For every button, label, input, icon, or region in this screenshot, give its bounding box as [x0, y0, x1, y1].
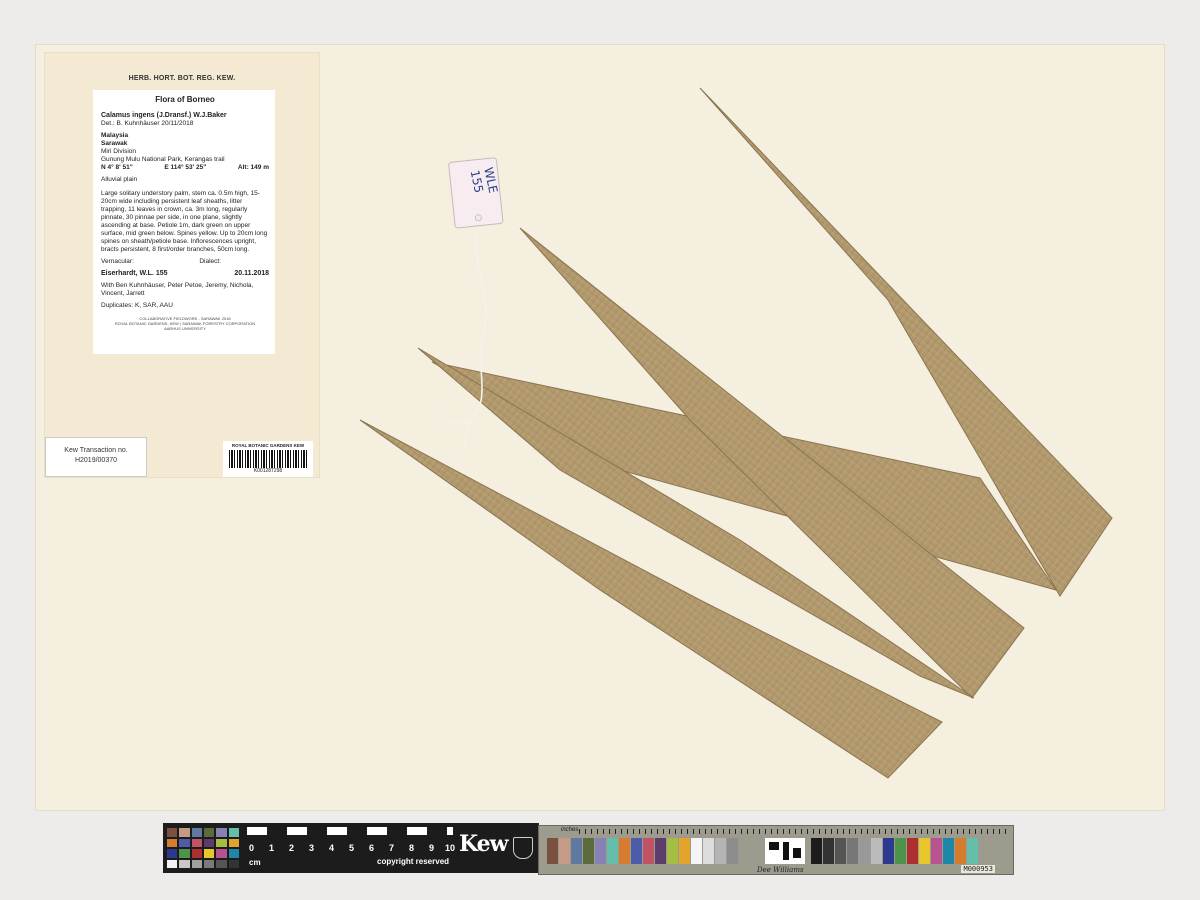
ruler-tick-label: 9	[429, 843, 435, 853]
ruler-tick-label: 4	[329, 843, 335, 853]
ruler-tick-label: 3	[309, 843, 315, 853]
card-signature: Dee Williams	[757, 866, 804, 874]
ruler-tick-label: 10	[445, 843, 456, 853]
ruler-tick-label: 7	[389, 843, 395, 853]
color-strip-left	[547, 838, 738, 864]
crest-icon	[513, 837, 533, 859]
cm-ruler: 0 1 2 3 4 5 6 7 8 9 10 cm copyright rese…	[247, 823, 456, 873]
ruler-track	[247, 827, 453, 835]
color-swatch-grid	[167, 828, 239, 868]
ruler-tick-label: 5	[349, 843, 355, 853]
kew-logo: Kew	[459, 831, 509, 857]
scale-bar: 0 1 2 3 4 5 6 7 8 9 10 cm copyright rese…	[163, 823, 539, 873]
color-strip-right	[811, 838, 978, 864]
ruler-tick-label: 8	[409, 843, 415, 853]
tag-string	[461, 419, 471, 455]
ruler-unit: cm	[249, 858, 261, 867]
specimen-illustration	[359, 87, 1113, 779]
color-card: inches Dee Williams M000953	[538, 825, 1014, 875]
ruler-tick-label: 2	[289, 843, 295, 853]
target-icon	[765, 838, 805, 864]
inch-ruler	[579, 829, 1009, 834]
ruler-tick-label: 6	[369, 843, 375, 853]
copyright-text: copyright reserved	[377, 857, 450, 866]
card-code: M000953	[961, 865, 995, 873]
ruler-tick-label: 0	[249, 843, 255, 853]
ruler-tick-label: 1	[269, 843, 275, 853]
inches-label: inches	[561, 827, 579, 833]
